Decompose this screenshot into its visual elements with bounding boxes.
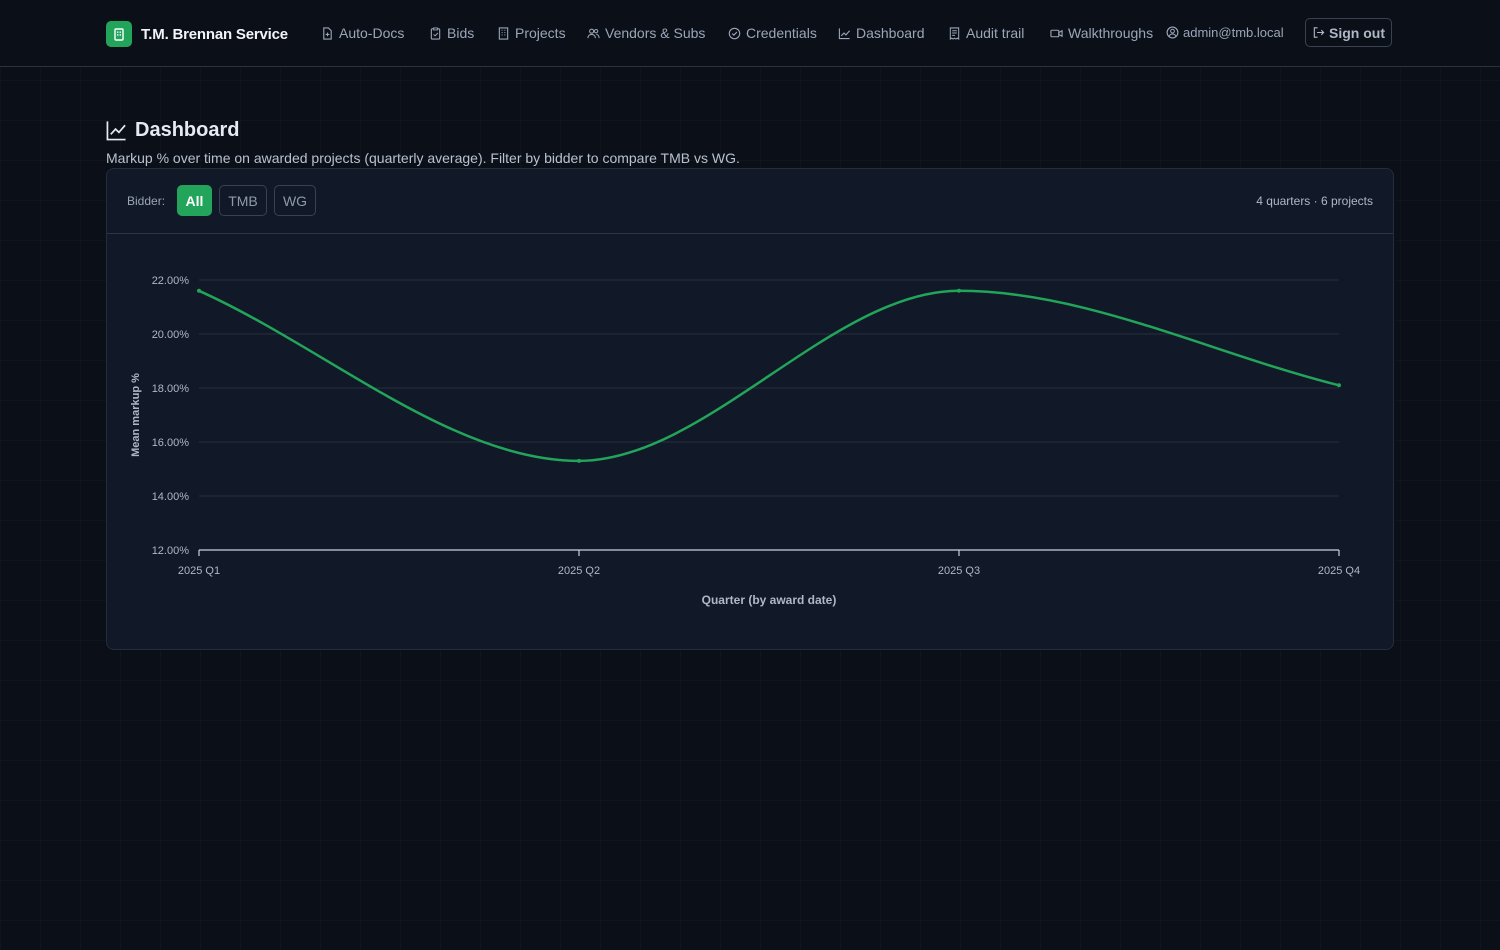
x-tick-label: 2025 Q1 bbox=[178, 565, 220, 577]
check-circle-icon bbox=[728, 27, 741, 39]
x-tick-label: 2025 Q4 bbox=[1318, 565, 1360, 577]
nav-item-walkthroughs[interactable]: Walkthroughs bbox=[1050, 25, 1153, 41]
nav-label: Auto-Docs bbox=[339, 25, 405, 41]
nav-label: Walkthroughs bbox=[1068, 25, 1154, 41]
brand-name: T.M. Brennan Service bbox=[141, 25, 288, 43]
y-tick-label: 22.00% bbox=[152, 275, 190, 287]
sign-out-button[interactable]: Sign out bbox=[1305, 18, 1392, 47]
page-subtitle: Markup % over time on awarded projects (… bbox=[106, 150, 740, 166]
y-tick-label: 12.00% bbox=[152, 545, 190, 557]
nav-item-bids[interactable]: Bids bbox=[429, 25, 474, 41]
x-tick-label: 2025 Q3 bbox=[938, 565, 980, 577]
data-point[interactable] bbox=[197, 288, 201, 293]
page-title: Dashboard bbox=[106, 119, 239, 142]
nav-item-auto-docs[interactable]: Auto-Docs bbox=[321, 25, 404, 41]
user-account[interactable]: admin@tmb.local bbox=[1166, 25, 1284, 40]
user-email: admin@tmb.local bbox=[1183, 25, 1284, 40]
nav-item-audit-trail[interactable]: Audit trail bbox=[948, 25, 1024, 41]
series-line bbox=[197, 289, 1341, 463]
data-point[interactable] bbox=[957, 288, 961, 293]
clipboard-icon bbox=[430, 26, 441, 40]
y-tick-label: 16.00% bbox=[152, 437, 190, 449]
nav-label: Audit trail bbox=[966, 25, 1025, 41]
x-axis-title: Quarter (by award date) bbox=[702, 593, 837, 607]
y-tick-label: 14.00% bbox=[152, 491, 190, 503]
users-icon bbox=[587, 28, 600, 38]
chart-card: Bidder: All TMB WG 4 quarters · 6 projec… bbox=[106, 168, 1394, 650]
nav-label: Projects bbox=[515, 25, 566, 41]
building-icon bbox=[106, 21, 132, 47]
nav-label: Bids bbox=[447, 25, 475, 41]
line-chart-icon bbox=[838, 27, 851, 39]
receipt-icon bbox=[949, 26, 960, 40]
sign-out-icon bbox=[1313, 27, 1325, 38]
nav-label: Vendors & Subs bbox=[605, 25, 706, 41]
video-icon bbox=[1050, 29, 1063, 37]
nav-item-dashboard[interactable]: Dashboard bbox=[838, 25, 925, 41]
sign-out-label: Sign out bbox=[1329, 24, 1385, 41]
y-tick-label: 20.00% bbox=[152, 329, 190, 341]
markup-line-chart: 12.00% 14.00% 16.00% 18.00% 20.00% 22.00% 2025… bbox=[130, 275, 1360, 607]
data-point[interactable] bbox=[1337, 383, 1341, 388]
user-circle-icon bbox=[1166, 26, 1179, 39]
nav-label: Dashboard bbox=[856, 25, 925, 41]
top-navbar: T.M. Brennan Service Auto-Docs Bids Proj… bbox=[0, 0, 1500, 67]
nav-label: Credentials bbox=[746, 25, 817, 41]
page-title-text: Dashboard bbox=[135, 119, 240, 141]
nav-item-projects[interactable]: Projects bbox=[497, 25, 566, 41]
data-point[interactable] bbox=[577, 458, 581, 463]
brand[interactable]: T.M. Brennan Service bbox=[106, 21, 288, 47]
file-plus-icon bbox=[323, 26, 332, 40]
y-tick-label: 18.00% bbox=[152, 383, 190, 395]
y-axis-title: Mean markup % bbox=[130, 373, 142, 457]
nav-item-vendors-subs[interactable]: Vendors & Subs bbox=[587, 25, 705, 41]
line-chart-icon bbox=[106, 121, 126, 141]
building-icon bbox=[498, 26, 509, 40]
x-tick-label: 2025 Q2 bbox=[558, 565, 600, 577]
nav-item-credentials[interactable]: Credentials bbox=[728, 25, 817, 41]
